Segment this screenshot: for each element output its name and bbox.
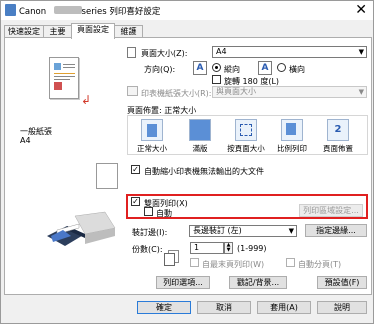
layout-fit-to-page-label: 按頁面大小 bbox=[227, 144, 265, 153]
stamp-background-button[interactable]: 戳記/背景... bbox=[229, 276, 287, 289]
printer-paper-icon bbox=[127, 86, 138, 96]
rotate-arrow-icon: ↲ bbox=[81, 93, 92, 107]
page-size-select[interactable]: A4 ▼ bbox=[212, 46, 367, 58]
portrait-orientation-icon: A bbox=[193, 61, 207, 75]
landscape-orientation-icon: A bbox=[258, 61, 272, 75]
paper-thumbnail-icon bbox=[96, 163, 118, 189]
title-bar: Canon series 列印喜好設定 ✕ bbox=[1, 1, 373, 20]
stapling-side-label: 裝訂邊(I): bbox=[132, 228, 168, 237]
specify-margin-button[interactable]: 指定邊緣... bbox=[305, 224, 367, 237]
help-button[interactable]: 說明 bbox=[317, 301, 367, 314]
duplex-checkbox[interactable]: ✓ bbox=[131, 197, 140, 206]
stapling-side-select[interactable]: 長邊裝訂 (左) ▼ bbox=[189, 225, 297, 237]
orientation-label: 方向(Q): bbox=[144, 65, 176, 74]
page-preview-image bbox=[49, 57, 79, 99]
duplex-auto-checkbox[interactable] bbox=[144, 207, 153, 216]
auto-reduce-label: 自動縮小印表機無法輸出的大文件 bbox=[144, 167, 264, 176]
layout-scaled-icon[interactable] bbox=[281, 119, 303, 141]
copies-spinner[interactable]: ▲ ▼ bbox=[224, 242, 233, 254]
window-title: Canon series 列印喜好設定 bbox=[19, 7, 161, 17]
page-size-label: 頁面大小(Z): bbox=[141, 49, 188, 58]
print-area-setup-button[interactable]: 列印區域設定... bbox=[299, 204, 363, 217]
layout-page-layout-label: 頁面佈置 bbox=[323, 144, 353, 153]
media-size-label: A4 bbox=[20, 136, 31, 145]
printer-illustration-icon bbox=[45, 206, 120, 251]
layout-scaled-label: 比例列印 bbox=[277, 144, 307, 153]
landscape-radio[interactable] bbox=[277, 63, 286, 72]
auto-reduce-checkbox[interactable]: ✓ bbox=[131, 165, 140, 174]
chevron-down-icon: ▼ bbox=[358, 48, 364, 56]
portrait-label: 縱向 bbox=[224, 65, 240, 74]
duplex-auto-label: 自動 bbox=[156, 209, 172, 218]
collate-label: 自動分頁(T) bbox=[298, 260, 342, 269]
copies-pages-icon bbox=[163, 250, 181, 266]
printer-paper-size-select[interactable]: 與頁面大小 ▼ bbox=[212, 86, 367, 98]
layout-borderless-icon[interactable] bbox=[189, 119, 211, 141]
printer-preferences-window: Canon series 列印喜好設定 ✕ 快速設定 主要 頁面設定 維護 ↲ … bbox=[0, 0, 374, 324]
redacted-model-name bbox=[54, 6, 82, 14]
landscape-label: 橫向 bbox=[289, 65, 305, 74]
copies-label: 份數(C): bbox=[132, 245, 163, 254]
apply-button[interactable]: 套用(A) bbox=[257, 301, 311, 314]
chevron-down-icon: ▼ bbox=[288, 227, 294, 235]
print-options-button[interactable]: 列印選項... bbox=[156, 276, 210, 289]
portrait-radio[interactable] bbox=[212, 63, 221, 72]
print-from-last-page-checkbox[interactable] bbox=[190, 258, 199, 267]
rotate-180-checkbox[interactable] bbox=[212, 75, 221, 84]
close-icon[interactable]: ✕ bbox=[355, 2, 367, 18]
copies-range-label: (1-999) bbox=[237, 244, 267, 253]
cancel-button[interactable]: 取消 bbox=[197, 301, 251, 314]
chevron-down-icon: ▼ bbox=[358, 88, 364, 96]
ok-button[interactable]: 確定 bbox=[137, 301, 191, 314]
printer-paper-size-label: 印表機紙張大小(R): bbox=[141, 89, 212, 98]
copies-input[interactable]: 1 bbox=[190, 242, 224, 254]
print-from-last-page-label: 自最末頁列印(W) bbox=[202, 260, 265, 269]
layout-normal-size-label: 正常大小 bbox=[137, 144, 167, 153]
layout-normal-size-icon[interactable] bbox=[141, 119, 163, 141]
tab-page-setup[interactable]: 頁面設定 bbox=[71, 23, 115, 39]
page-size-icon bbox=[127, 47, 136, 58]
layout-borderless-label: 滿版 bbox=[192, 144, 208, 153]
collate-checkbox[interactable] bbox=[286, 258, 295, 267]
layout-page-layout-icon[interactable]: 2 bbox=[327, 119, 349, 141]
layout-fit-to-page-icon[interactable] bbox=[235, 119, 257, 141]
printer-app-icon bbox=[5, 4, 16, 16]
defaults-button[interactable]: 預設值(F) bbox=[317, 276, 367, 289]
